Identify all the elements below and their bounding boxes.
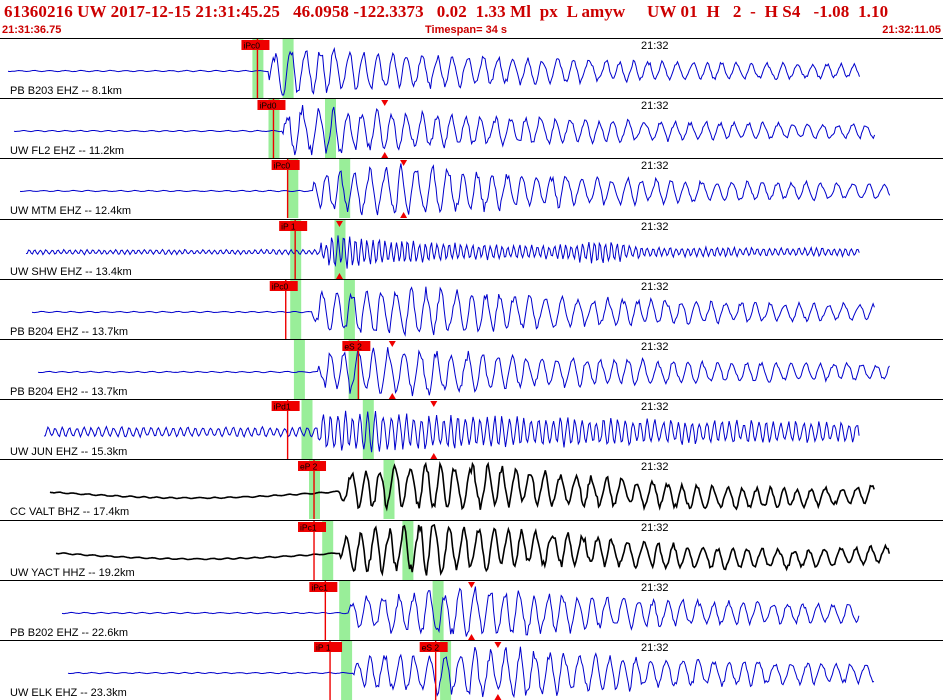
s-marker-top (381, 100, 389, 107)
trace-canvas: iPd1 (43, 400, 860, 460)
trace-time-mark: 21:32 (641, 401, 669, 414)
trace-row[interactable]: eS 2 21:32 PB B204 EH2 -- 13.7km (0, 339, 943, 399)
waveform (31, 286, 875, 337)
trace-row[interactable]: iPc0 21:32 PB B203 EHZ -- 8.1km (0, 38, 943, 98)
trace-time-mark: 21:32 (641, 160, 669, 173)
waveform (61, 586, 860, 637)
waveform (49, 461, 875, 513)
s-marker-top (468, 581, 475, 588)
event-header: 61360216 UW 2017-12-15 21:31:45.25 46.09… (0, 0, 943, 38)
trace-row[interactable]: iPc0 21:32 PB B204 EHZ -- 13.7km (0, 278, 943, 339)
station-label: UW JUN EHZ -- 15.3km (10, 446, 128, 459)
pick-label: iPc0 (243, 41, 260, 51)
trace-canvas: iPc0 (7, 39, 860, 98)
trace-row[interactable]: iPc1 21:32 UW YACT HHZ -- 19.2km (0, 519, 943, 580)
s-marker-bottom (494, 694, 502, 700)
pick-label: eS 2 (422, 643, 440, 653)
s-marker-bottom (381, 152, 389, 159)
timespan-label: Timespan= 34 s (425, 24, 508, 36)
pick-label: iPc1 (300, 522, 317, 532)
s-marker-top (430, 401, 438, 408)
trace-row[interactable]: iP 1 eS 2 21:32 UW ELK EHZ -- 23.3km (0, 640, 943, 700)
station-label: UW SHW EHZ -- 13.4km (10, 265, 132, 278)
s-marker-bottom (468, 633, 475, 640)
station-label: UW YACT HHZ -- 19.2km (10, 566, 135, 579)
pick-label: iP 1 (316, 643, 331, 653)
trace-canvas: eP 2 (49, 460, 875, 520)
trace-row[interactable]: iPc0 21:32 UW MTM EHZ -- 12.4km (0, 158, 943, 219)
window-end-time: 21:32:11.05 (882, 24, 941, 36)
s-marker-top (388, 341, 396, 347)
window-start-time: 21:31:36.75 (2, 24, 62, 36)
trace-row[interactable]: iPd1 21:32 UW JUN EHZ -- 15.3km (0, 399, 943, 460)
trace-canvas: iPc0 (19, 159, 891, 219)
pick-label: iPd1 (274, 402, 291, 412)
pick-label: iP 1 (281, 221, 296, 231)
waveform (25, 234, 860, 269)
s-marker-bottom (388, 393, 396, 399)
waveform (7, 46, 860, 96)
station-label: PB B202 EHZ -- 22.6km (10, 626, 128, 639)
pick-label: iPd0 (259, 101, 276, 111)
pick-window-bar (343, 279, 355, 339)
event-summary-line: 61360216 UW 2017-12-15 21:31:45.25 46.09… (4, 2, 889, 21)
pick-window-bar (282, 39, 294, 98)
waveform (13, 105, 876, 156)
pick-window-bar (339, 159, 351, 219)
waveform (67, 646, 875, 699)
station-label: PB B204 EH2 -- 13.7km (10, 386, 128, 398)
waveform (43, 410, 860, 453)
pick-label: iPc0 (272, 281, 289, 291)
trace-time-mark: 21:32 (641, 581, 669, 594)
station-label: PB B203 EHZ -- 8.1km (10, 85, 122, 97)
trace-canvas: iPc1 (55, 520, 891, 580)
s-marker-bottom (400, 212, 408, 219)
trace-time-mark: 21:32 (641, 220, 669, 233)
pick-window-bar (432, 580, 444, 640)
trace-time-mark: 21:32 (641, 280, 669, 293)
trace-time-mark: 21:32 (641, 642, 669, 654)
pick-window-bar (293, 340, 305, 399)
pick-window-bar (341, 641, 353, 700)
pick-window-bar (334, 219, 346, 279)
pick-label: eS 2 (344, 342, 362, 352)
trace-time-mark: 21:32 (641, 100, 669, 113)
pick-label: eP 2 (300, 462, 318, 472)
station-label: UW ELK EHZ -- 23.3km (10, 687, 127, 699)
s-marker-top (494, 642, 502, 648)
station-label: UW FL2 EHZ -- 11.2km (10, 145, 125, 158)
seismogram-panel[interactable]: iPc0 21:32 PB B203 EHZ -- 8.1km iPd0 21:32 UW… (0, 38, 943, 700)
trace-canvas: iP 1 (25, 219, 860, 279)
trace-row[interactable]: iP 1 21:32 UW SHW EHZ -- 13.4km (0, 218, 943, 279)
trace-canvas: iPc1 (61, 580, 860, 640)
trace-row[interactable]: iPc1 21:32 PB B202 EHZ -- 22.6km (0, 579, 943, 640)
waveform (55, 523, 891, 577)
trace-row[interactable]: eP 2 21:32 CC VALT BHZ -- 17.4km (0, 459, 943, 520)
trace-time-mark: 21:32 (641, 521, 669, 534)
trace-time-mark: 21:32 (641, 341, 669, 353)
waveform (37, 347, 890, 397)
waveform (19, 163, 891, 216)
pick-label: iPc1 (311, 582, 328, 592)
trace-canvas: iPd0 (13, 99, 876, 159)
station-label: PB B204 EHZ -- 13.7km (10, 325, 128, 338)
station-label: UW MTM EHZ -- 12.4km (10, 205, 131, 218)
trace-time-mark: 21:32 (641, 40, 669, 52)
pick-label: iPc0 (274, 161, 291, 171)
trace-canvas: eS 2 (37, 340, 890, 399)
pick-window-bar (301, 400, 313, 460)
s-marker-bottom (430, 453, 438, 460)
trace-time-mark: 21:32 (641, 461, 669, 474)
trace-row[interactable]: iPd0 21:32 UW FL2 EHZ -- 11.2km (0, 98, 943, 159)
trace-canvas: iPc0 (31, 279, 875, 339)
station-label: CC VALT BHZ -- 17.4km (10, 506, 130, 519)
trace-canvas: iP 1 eS 2 (67, 641, 875, 700)
